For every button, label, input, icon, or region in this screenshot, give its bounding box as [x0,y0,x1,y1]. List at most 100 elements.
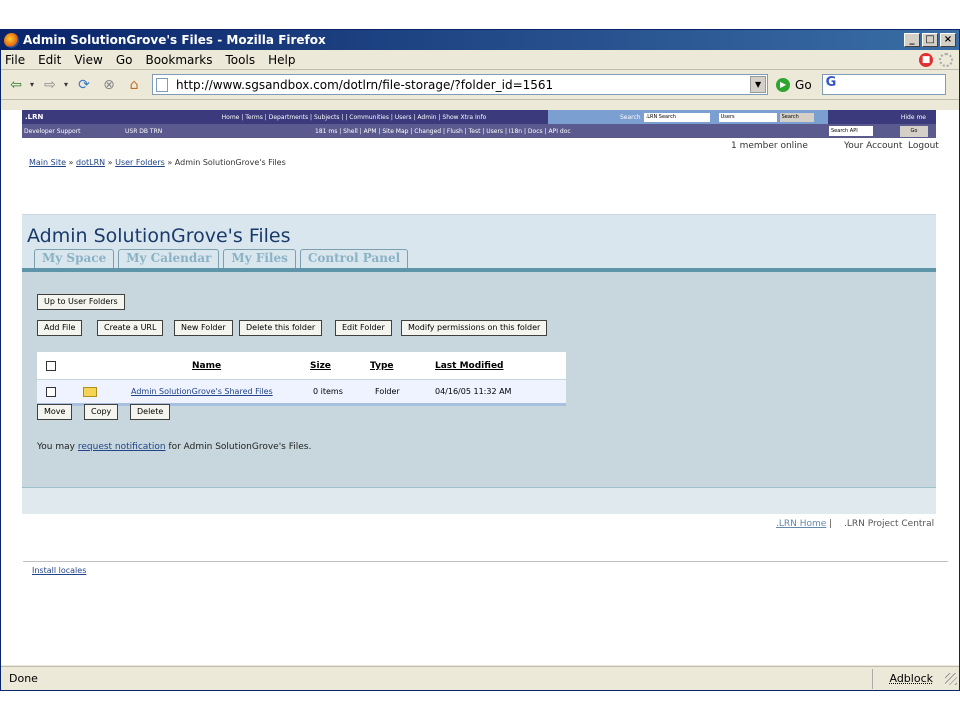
status-bar: Done Adblock [1,666,959,690]
breadcrumb-separator: » [167,158,173,167]
header-name[interactable]: Name [192,361,310,371]
lrn-search-area: Search .LRN Search Users Search [548,110,828,124]
lrn-hide-link[interactable]: Hide me [901,114,936,121]
minimize-button[interactable]: _ [904,33,920,47]
browser-window: Admin SolutionGrove's Files - Mozilla Fi… [0,29,960,691]
api-go-button[interactable]: Go [900,125,928,137]
forward-icon[interactable]: ⇨ [39,75,61,95]
throbber-icon [939,52,953,67]
lrn-brand[interactable]: .LRN [22,113,160,121]
breadcrumb: Main Site » dotLRN » User Folders » Admi… [29,158,286,167]
menu-tools[interactable]: Tools [226,53,256,67]
new-folder-button[interactable]: New Folder [174,320,233,336]
menu-file[interactable]: File [5,53,25,67]
url-text[interactable]: http://www.sgsandbox.com/dotlrn/file-sto… [176,78,750,92]
maximize-button[interactable]: □ [922,33,938,47]
modify-permissions-button[interactable]: Modify permissions on this folder [401,320,548,336]
title-bar: Admin SolutionGrove's Files - Mozilla Fi… [1,30,959,50]
request-notification-link[interactable]: request notification [78,442,166,452]
menu-help[interactable]: Help [268,53,295,67]
stop-load-icon[interactable]: ⊗ [98,75,120,95]
developer-tools-links[interactable]: 181 ms | Shell | APM | Site Map | Change… [315,128,829,135]
row-last-modified: 04/16/05 11:32 AM [435,387,512,396]
menu-view[interactable]: View [74,53,102,67]
up-to-user-folders-button[interactable]: Up to User Folders [37,294,125,310]
lrn-search-label: Search [620,113,641,121]
url-bar[interactable]: http://www.sgsandbox.com/dotlrn/file-sto… [152,74,769,95]
row-checkbox[interactable] [46,386,56,397]
tab-my-space[interactable]: My Space [34,249,115,268]
tab-my-calendar[interactable]: My Calendar [118,249,220,268]
edit-folder-button[interactable]: Edit Folder [335,320,392,336]
back-icon[interactable]: ⇦ [5,75,27,95]
reload-icon[interactable]: ⟳ [73,75,95,95]
stop-icon[interactable]: ■ [919,52,933,67]
breadcrumb-user-folders[interactable]: User Folders [115,158,165,167]
row-size: 0 items [313,387,343,396]
menu-bookmarks[interactable]: Bookmarks [145,53,212,67]
logout-link[interactable]: Logout [908,141,939,151]
search-box[interactable]: G [821,74,946,95]
divider [23,561,948,562]
add-file-button[interactable]: Add File [37,320,83,336]
firefox-icon [4,32,19,48]
developer-toolbar: Developer Support USR DB TRN 181 ms | Sh… [22,124,936,138]
developer-support-label[interactable]: Developer Support [22,128,125,135]
notification-notice: You may request notification for Admin S… [37,442,311,452]
breadcrumb-main-site[interactable]: Main Site [29,158,66,167]
lrn-search-input[interactable]: .LRN Search [643,112,710,122]
close-button[interactable]: × [940,33,956,47]
adblock-button[interactable]: Adblock [872,668,945,689]
home-icon[interactable]: ⌂ [123,75,145,95]
lrn-search-button[interactable]: Search [779,112,814,122]
go-label: Go [795,77,812,92]
footer-separator: | [829,519,833,529]
notice-prefix: You may [37,442,75,452]
back-dropdown-icon[interactable]: ▾ [30,80,34,89]
move-button[interactable]: Move [37,404,73,420]
breadcrumb-current: Admin SolutionGrove's Files [174,158,286,167]
table-row: Admin SolutionGrove's Shared Files 0 ite… [37,379,566,406]
create-url-button[interactable]: Create a URL [97,320,164,336]
breadcrumb-dotlrn[interactable]: dotLRN [76,158,105,167]
row-type: Folder [375,387,400,396]
tab-control-panel[interactable]: Control Panel [299,249,409,268]
delete-button[interactable]: Delete [130,404,171,420]
resize-grip-icon[interactable] [945,672,957,685]
your-account-link[interactable]: Your Account [844,141,902,151]
api-search-input[interactable]: Search API [829,126,873,136]
breadcrumb-separator: » [107,158,113,167]
copy-button[interactable]: Copy [84,404,119,420]
panel-footer [22,487,936,514]
menu-go[interactable]: Go [116,53,133,67]
header-size[interactable]: Size [310,361,370,371]
header-type[interactable]: Type [370,361,435,371]
lrn-toolbar-links[interactable]: Home | Terms | Departments | Subjects | … [160,114,548,121]
lrn-search-select[interactable]: Users [718,112,777,122]
window-title: Admin SolutionGrove's Files - Mozilla Fi… [23,33,326,47]
forward-dropdown-icon[interactable]: ▾ [64,80,68,89]
url-dropdown-icon[interactable]: ▼ [750,76,767,93]
breadcrumb-separator: » [68,158,74,167]
files-panel: Up to User Folders Add File Create a URL… [22,272,936,513]
select-all-checkbox[interactable] [46,360,56,371]
header-last-modified[interactable]: Last Modified [435,361,503,371]
delete-folder-button[interactable]: Delete this folder [239,320,323,336]
navigation-toolbar: ⇦ ▾ ⇨ ▾ ⟳ ⊗ ⌂ http://www.sgsandbox.com/dot… [1,70,959,100]
lrn-project-central-link[interactable]: .LRN Project Central [844,519,934,529]
shared-files-link[interactable]: Admin SolutionGrove's Shared Files [131,387,313,396]
table-header: Name Size Type Last Modified [37,352,566,379]
files-table: Name Size Type Last Modified Admin Solut… [37,352,566,406]
notice-suffix: for Admin SolutionGrove's Files. [168,442,312,452]
install-locales-link[interactable]: Install locales [32,566,86,575]
folder-icon [83,386,97,397]
go-button[interactable]: ▶ Go [776,77,812,92]
lrn-home-link[interactable]: .LRN Home [776,519,826,529]
menu-edit[interactable]: Edit [38,53,61,67]
page-title: Admin SolutionGrove's Files [27,225,291,247]
page-content: .LRN Home | Terms | Departments | Subjec… [1,110,959,665]
tab-my-files[interactable]: My Files [223,249,296,268]
google-icon: G [825,75,837,90]
usr-db-trn[interactable]: USR DB TRN [125,128,315,135]
menu-bar: File Edit View Go Bookmarks Tools Help ■ [1,50,959,70]
